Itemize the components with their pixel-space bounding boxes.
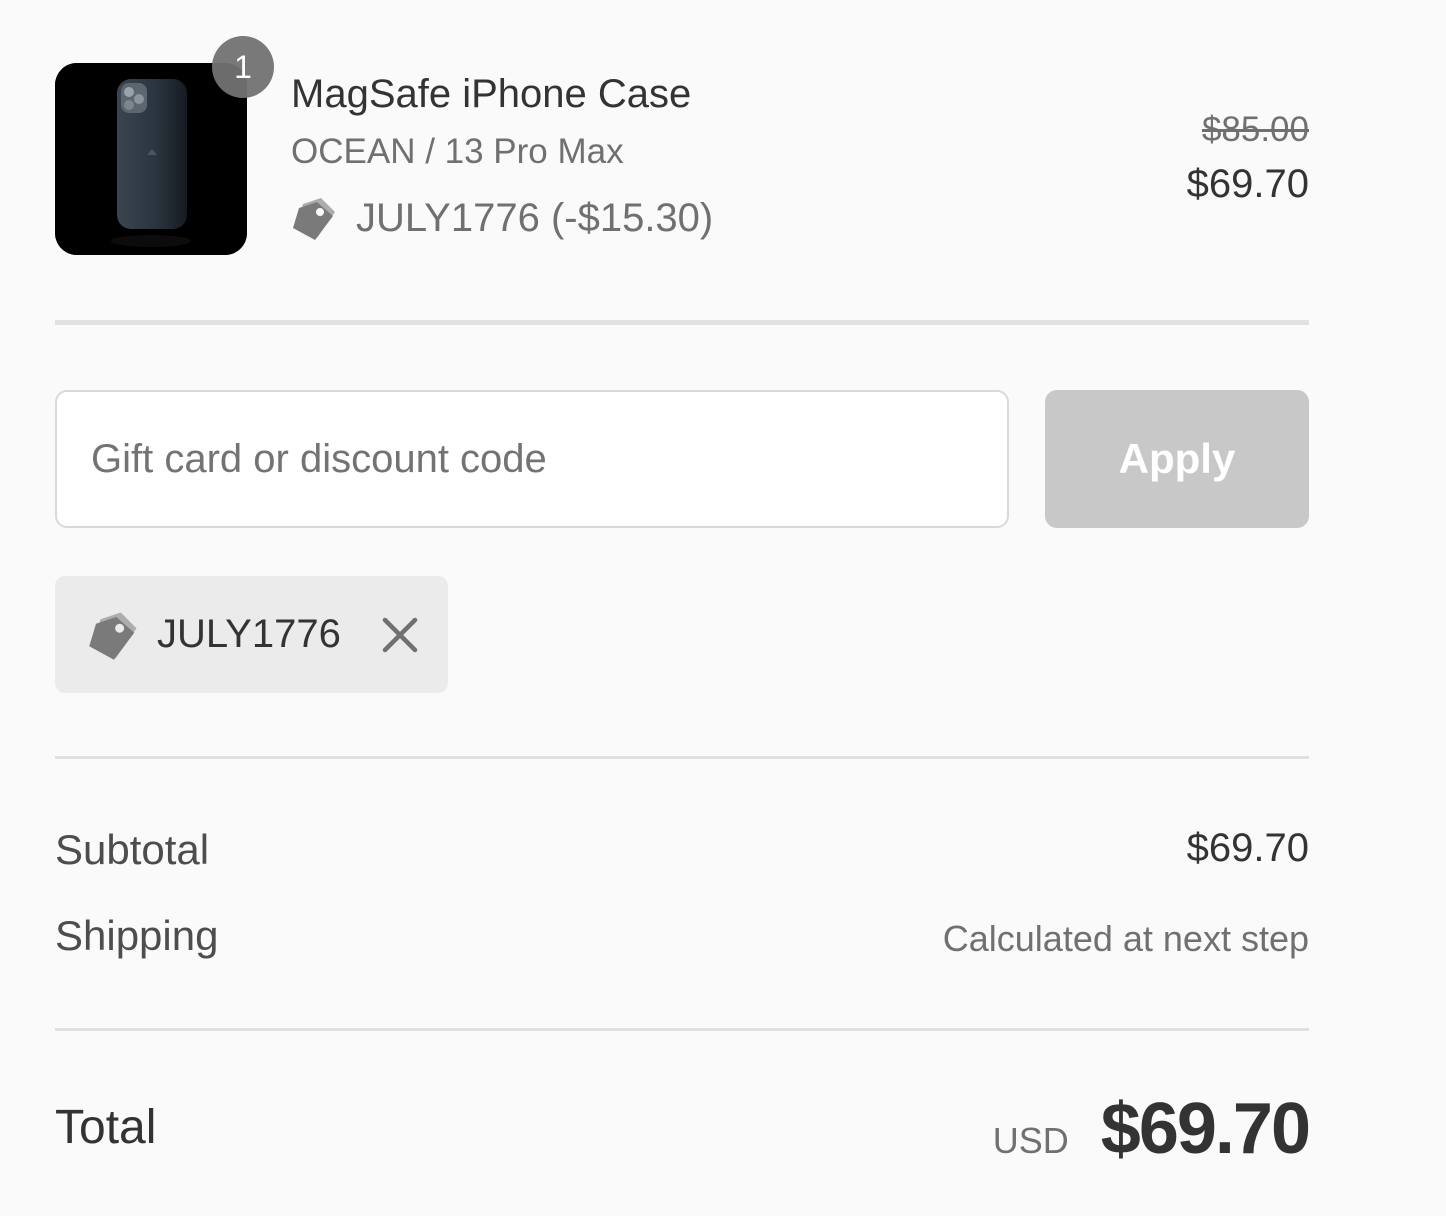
phone-case-image [55, 63, 247, 255]
product-name: MagSafe iPhone Case [291, 72, 692, 116]
close-icon[interactable] [381, 616, 419, 654]
subtotal-value: $69.70 [1186, 826, 1309, 870]
quantity-badge: 1 [212, 36, 274, 98]
original-price: $85.00 [1201, 110, 1309, 149]
price-tag-icon [293, 198, 335, 240]
shipping-value: Calculated at next step [942, 918, 1309, 959]
price-tag-icon [89, 612, 137, 660]
divider [55, 320, 1309, 325]
divider [55, 756, 1309, 759]
product-thumbnail [55, 63, 247, 255]
final-price: $69.70 [1186, 162, 1309, 206]
applied-discount-code: JULY1776 [157, 612, 341, 656]
total-currency: USD [992, 1120, 1069, 1161]
subtotal-label: Subtotal [55, 826, 210, 873]
divider [55, 1028, 1309, 1031]
total-value: $69.70 [1100, 1089, 1311, 1169]
order-summary: 1 MagSafe iPhone Case OCEAN / 13 Pro Max… [55, 0, 1311, 1216]
product-discount-label: JULY1776 (-$15.30) [356, 195, 714, 240]
total-amount: USD $69.70 [992, 1088, 1311, 1170]
applied-discount-tag: JULY1776 [55, 576, 448, 693]
shipping-label: Shipping [55, 912, 219, 959]
product-variant: OCEAN / 13 Pro Max [291, 132, 624, 171]
product-thumbnail-wrapper: 1 [55, 36, 274, 255]
product-discount: JULY1776 (-$15.30) [291, 192, 713, 244]
line-item: 1 MagSafe iPhone Case OCEAN / 13 Pro Max… [55, 36, 1309, 256]
total-label: Total [55, 1101, 157, 1154]
apply-button[interactable]: Apply [1045, 390, 1309, 528]
discount-code-input[interactable] [55, 390, 1009, 528]
